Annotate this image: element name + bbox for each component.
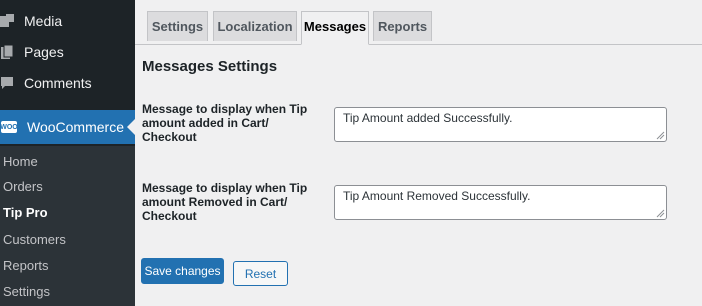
- tip-added-message-value: Tip Amount added Successfully.: [343, 111, 513, 125]
- tab-localization[interactable]: Localization: [213, 11, 297, 41]
- save-changes-button[interactable]: Save changes: [141, 258, 224, 284]
- field-label-line: Checkout: [142, 130, 197, 144]
- tab-settings[interactable]: Settings: [147, 11, 208, 41]
- submenu-item-orders[interactable]: Orders: [3, 177, 43, 197]
- submenu-item-tip-pro[interactable]: Tip Pro: [3, 203, 48, 223]
- submenu-item-home[interactable]: Home: [3, 152, 38, 172]
- sidebar-item-label: Media: [24, 13, 63, 29]
- sidebar-item-comments[interactable]: Comments: [0, 68, 135, 98]
- tip-added-message-field[interactable]: Tip Amount added Successfully.: [334, 107, 667, 142]
- pages-icon: [0, 45, 14, 59]
- sidebar-item-label: WooCommerce: [27, 119, 124, 135]
- tab-messages[interactable]: Messages: [301, 11, 369, 45]
- media-icon: [0, 14, 14, 28]
- admin-sidebar: Media Pages Comments WOO WooCommerce Hom…: [0, 0, 135, 306]
- nav-tab-wrapper: Settings Localization Messages Reports: [135, 0, 702, 45]
- page-title: Messages Settings: [142, 58, 278, 75]
- comments-icon: [0, 76, 14, 90]
- resize-handle-icon[interactable]: [655, 208, 665, 218]
- tab-reports[interactable]: Reports: [373, 11, 432, 41]
- field-label-line: amount added in Cart/: [142, 116, 269, 130]
- tip-removed-message-field[interactable]: Tip Amount Removed Successfully.: [334, 185, 667, 220]
- submenu-item-settings[interactable]: Settings: [3, 282, 50, 302]
- woocommerce-submenu: Home Orders Tip Pro Customers Reports Se…: [0, 146, 135, 306]
- sidebar-item-pages[interactable]: Pages: [0, 37, 135, 67]
- resize-handle-icon[interactable]: [655, 130, 665, 140]
- field-label-added: Message to display when Tip amount added…: [142, 102, 322, 144]
- field-label-line: Checkout: [142, 209, 197, 223]
- submenu-item-reports[interactable]: Reports: [3, 256, 49, 276]
- woocommerce-icon: WOO: [0, 121, 18, 133]
- sidebar-item-media[interactable]: Media: [0, 6, 135, 36]
- submenu-item-customers[interactable]: Customers: [3, 230, 66, 250]
- field-label-line: amount Removed in Cart/: [142, 195, 288, 209]
- field-label-line: Message to display when Tip: [142, 102, 308, 116]
- reset-button[interactable]: Reset: [233, 261, 288, 286]
- field-label-removed: Message to display when Tip amount Remov…: [142, 181, 322, 223]
- sidebar-item-woocommerce[interactable]: WOO WooCommerce: [0, 110, 135, 144]
- sidebar-item-label: Pages: [24, 44, 64, 60]
- field-label-line: Message to display when Tip: [142, 181, 308, 195]
- tip-removed-message-value: Tip Amount Removed Successfully.: [343, 189, 531, 203]
- sidebar-item-label: Comments: [24, 75, 92, 91]
